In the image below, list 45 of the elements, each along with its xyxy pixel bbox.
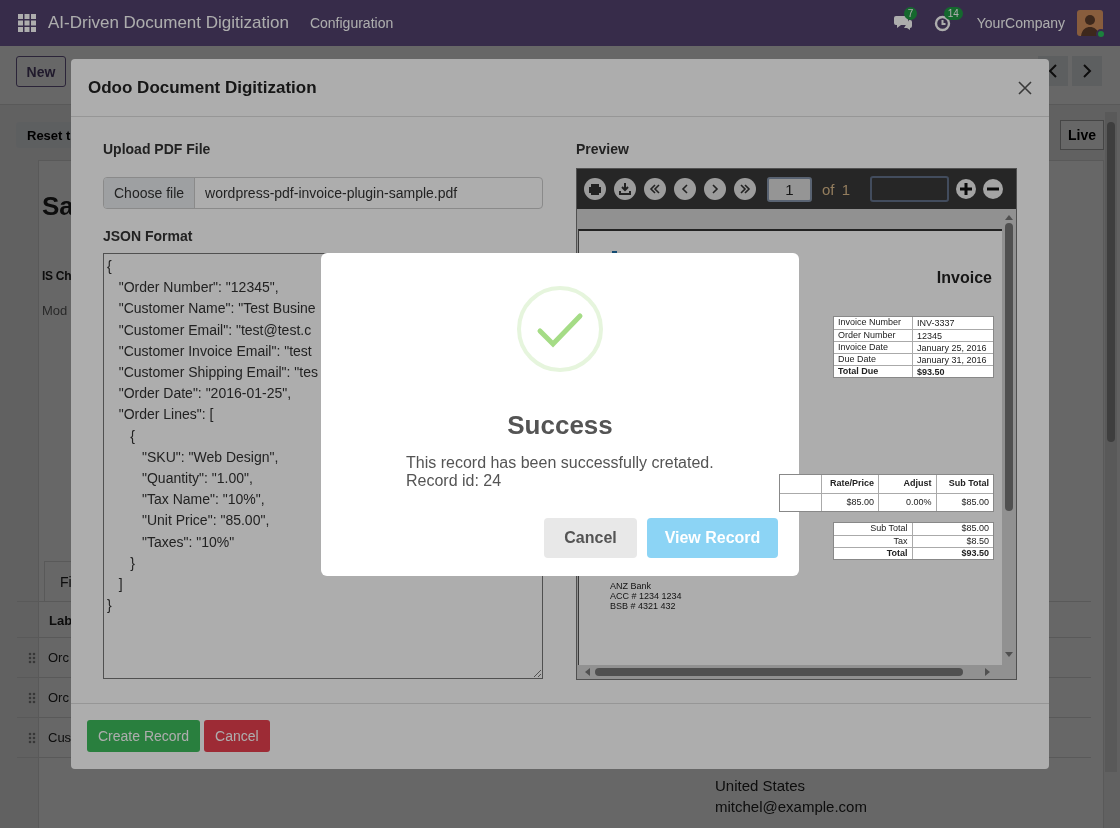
table-cell: Total xyxy=(834,548,913,559)
field-label: JSON Format xyxy=(103,227,194,246)
field-label: Mod xyxy=(42,302,68,320)
count-badge: 7 xyxy=(903,7,918,20)
table-cell: Invoice Number xyxy=(834,317,913,329)
table-cell: $85.00 xyxy=(935,494,993,511)
table-cell: Tax xyxy=(834,536,913,547)
page-count: of 1 xyxy=(822,180,851,198)
table-cell: Orc xyxy=(48,690,69,705)
dialog-title: Odoo Document Digitization xyxy=(88,77,317,98)
count-badge: 14 xyxy=(943,6,963,20)
field-label: Upload PDF File xyxy=(103,140,212,159)
table-cell-text: January 25, 2016 xyxy=(916,342,988,353)
table-cell: Invoice Date xyxy=(834,342,913,353)
alert-message: This record has been successfully cretated. xyxy=(406,454,714,472)
column-header: Lab xyxy=(49,613,73,628)
table-cell-text: 12345 xyxy=(916,330,944,341)
table-cell-text: January 31, 2016 xyxy=(916,354,988,365)
alert-title: Success xyxy=(507,410,613,440)
address-line: United States xyxy=(715,776,806,796)
table-cell: Sub Total xyxy=(834,523,913,535)
table-cell: Total Due xyxy=(834,366,913,377)
column-header: Adjust xyxy=(878,475,936,493)
table-cell-text: INV-3337 xyxy=(916,318,956,328)
table-cell: Cus xyxy=(48,730,72,745)
file-name: wordpress-pdf-invoice-plugin-sample.pdf xyxy=(204,185,458,201)
table-cell-text: $8.50 xyxy=(965,536,990,547)
bank-detail: ANZ Bank xyxy=(610,581,652,591)
table-cell: Order Number xyxy=(834,330,913,341)
column-header: Sub Total xyxy=(935,475,993,493)
field-label: IS Ch xyxy=(42,268,72,285)
table-cell-text: $85.00 xyxy=(960,523,990,535)
table-cell: Due Date xyxy=(834,354,913,365)
table-cell: $85.00 xyxy=(820,494,879,511)
column-header: Rate/Price xyxy=(820,475,879,493)
bank-detail: ACC # 1234 1234 xyxy=(610,591,682,601)
alert-message: Record id: 24 xyxy=(406,472,503,490)
table-cell-text: $93.50 xyxy=(916,366,946,377)
field-label: Preview xyxy=(576,140,630,159)
invoice-heading: Invoice xyxy=(936,269,992,287)
table-cell-text: $93.50 xyxy=(960,548,990,559)
table-cell: Orc xyxy=(48,650,69,665)
table-cell: 0.00% xyxy=(878,494,936,511)
address-line: mitchel@example.com xyxy=(715,796,867,817)
bank-detail: BSB # 4321 432 xyxy=(610,601,677,611)
